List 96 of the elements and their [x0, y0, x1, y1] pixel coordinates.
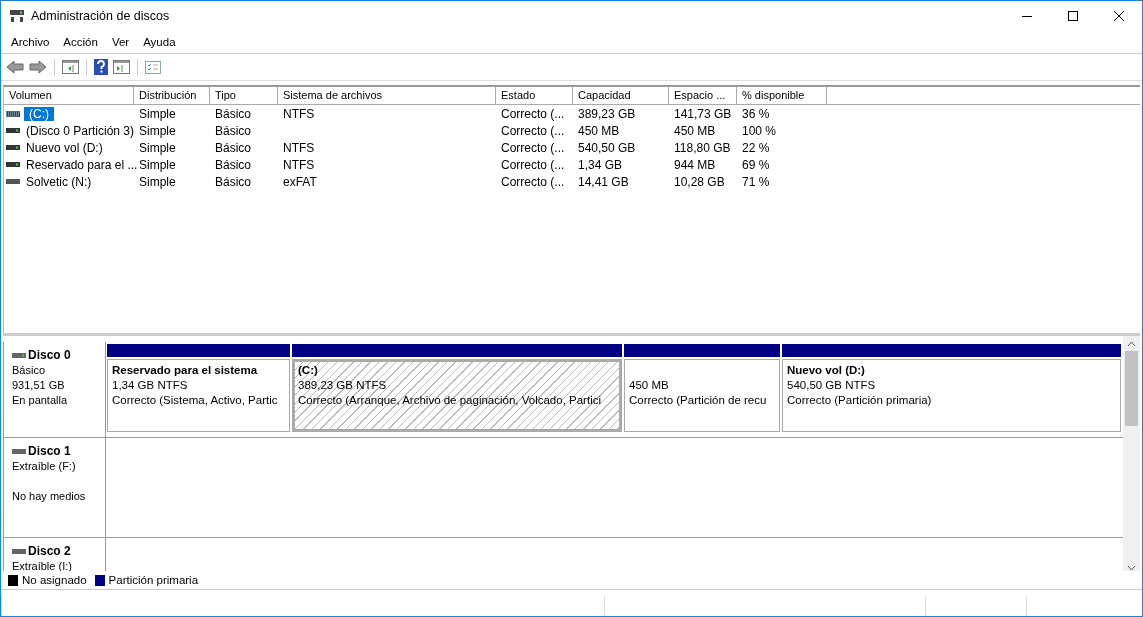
forward-arrow-icon[interactable]	[29, 60, 47, 74]
table-cell: Simple	[139, 174, 176, 189]
table-cell[interactable]: Solvetic (N:)	[24, 174, 94, 189]
table-cell: 14,41 GB	[578, 174, 629, 189]
partition-name: (C:)	[298, 363, 319, 378]
menu-item[interactable]: Acción	[56, 36, 105, 48]
table-cell[interactable]: Reservado para el ...	[24, 157, 140, 172]
drive-icon	[12, 353, 26, 358]
table-cell: NTFS	[283, 106, 315, 121]
maximize-icon	[1068, 11, 1078, 21]
up-caret-icon[interactable]	[1127, 341, 1136, 347]
table-cell: Básico	[215, 174, 252, 189]
disk-name: Disco 0	[28, 348, 71, 363]
back-arrow-icon[interactable]	[6, 60, 24, 74]
table-cell: 22 %	[742, 140, 770, 155]
disk-detail: Extraíble (F:)	[12, 459, 77, 474]
table-cell: Básico	[215, 157, 252, 172]
disk-info-panel[interactable]: Disco 0 Básico 931,51 GB En pantalla	[3, 342, 106, 437]
table-cell: Simple	[139, 106, 176, 121]
disk-status: En pantalla	[12, 393, 69, 408]
menu-item[interactable]: Archivo	[4, 36, 57, 48]
table-cell: Correcto (...	[501, 106, 565, 121]
table-cell: NTFS	[283, 140, 315, 155]
column-header[interactable]: Estado	[496, 87, 573, 104]
checklist-icon[interactable]	[145, 60, 161, 74]
table-cell: 1,34 GB	[578, 157, 623, 172]
partition-status: Correcto (Arranque, Archivo de paginación, Volcado, Partici	[298, 393, 602, 408]
help-icon[interactable]	[94, 59, 108, 75]
table-cell: 100 %	[742, 123, 777, 138]
striped-drive-icon	[6, 110, 20, 117]
table-cell: Correcto (...	[501, 174, 565, 189]
partition-status: Correcto (Sistema, Activo, Partic	[112, 393, 279, 408]
partition-size: 540,50 GB NTFS	[787, 378, 877, 393]
drive-icon	[12, 549, 26, 554]
legend-label: Partición primaria	[108, 574, 199, 586]
table-cell: 118,80 GB	[674, 140, 731, 155]
table-cell: Simple	[139, 157, 176, 172]
table-cell: 141,73 GB	[674, 106, 732, 121]
close-icon	[1114, 11, 1124, 21]
column-header[interactable]: Distribución	[134, 87, 210, 104]
partition-status: Correcto (Partición primaria)	[787, 393, 933, 408]
column-header[interactable]: Espacio ...	[669, 87, 737, 104]
table-cell: Correcto (...	[501, 123, 565, 138]
table-cell: 540,50 GB	[578, 140, 636, 155]
drive-icon	[6, 179, 20, 184]
table-cell: 450 MB	[578, 123, 620, 138]
table-cell: 944 MB	[674, 157, 716, 172]
partition-name: Nuevo vol (D:)	[787, 363, 866, 378]
partition-size: 450 MB	[629, 378, 670, 393]
window-title: Administración de discos	[31, 9, 170, 23]
disk-status: No hay medios	[12, 489, 87, 504]
table-cell: Correcto (...	[501, 140, 565, 155]
table-cell: Simple	[139, 123, 176, 138]
column-header[interactable]: Sistema de archivos	[278, 87, 496, 104]
table-cell[interactable]: (C:)	[24, 106, 54, 121]
panel-icon[interactable]	[113, 60, 130, 74]
table-cell: 10,28 GB	[674, 174, 725, 189]
scroll-thumb[interactable]	[1125, 351, 1138, 426]
drive-icon	[6, 145, 20, 150]
column-header[interactable]: % disponible	[737, 87, 827, 104]
disk-drive-icon	[9, 9, 25, 23]
partition-name: Reservado para el sistema	[112, 363, 259, 378]
table-cell: Básico	[215, 106, 252, 121]
table-cell: Simple	[139, 140, 176, 155]
disk-info-panel[interactable]: Disco 1 Extraíble (F:) No hay medios	[3, 438, 106, 537]
menu-item[interactable]: Ver	[104, 36, 137, 48]
scrollbar[interactable]	[1123, 336, 1140, 571]
table-cell: 36 %	[742, 106, 770, 121]
table-cell: NTFS	[283, 157, 315, 172]
disk-detail: 931,51 GB	[12, 378, 66, 393]
table-cell: 389,23 GB	[578, 106, 636, 121]
disk-name: Disco 2	[28, 544, 71, 559]
table-cell: exFAT	[283, 174, 317, 189]
table-cell: Básico	[215, 123, 252, 138]
table-cell: Correcto (...	[501, 157, 565, 172]
disk-detail: Básico	[12, 363, 47, 378]
table-cell[interactable]: Nuevo vol (D:)	[24, 140, 105, 155]
disk-name: Disco 1	[28, 444, 71, 459]
drive-icon	[6, 162, 20, 167]
table-cell: Básico	[215, 140, 252, 155]
down-caret-icon[interactable]	[1127, 565, 1136, 571]
partition-size: 1,34 GB NTFS	[112, 378, 189, 393]
table-cell[interactable]: (Disco 0 Partición 3)	[24, 123, 137, 138]
column-header[interactable]: Volumen	[4, 87, 134, 104]
table-cell: 69 %	[742, 157, 770, 172]
column-header[interactable]: Tipo	[210, 87, 278, 104]
column-header[interactable]: Capacidad	[573, 87, 669, 104]
drive-icon	[12, 449, 26, 454]
legend-label: No asignado	[22, 574, 87, 586]
partition-status: Correcto (Partición de recu	[629, 393, 768, 408]
partition-size: 389,23 GB NTFS	[298, 378, 388, 393]
table-cell: 450 MB	[674, 123, 716, 138]
table-cell: 71 %	[742, 174, 770, 189]
menu-item[interactable]: Ayuda	[136, 36, 183, 48]
panel-icon[interactable]	[62, 60, 79, 74]
drive-icon	[6, 128, 20, 133]
